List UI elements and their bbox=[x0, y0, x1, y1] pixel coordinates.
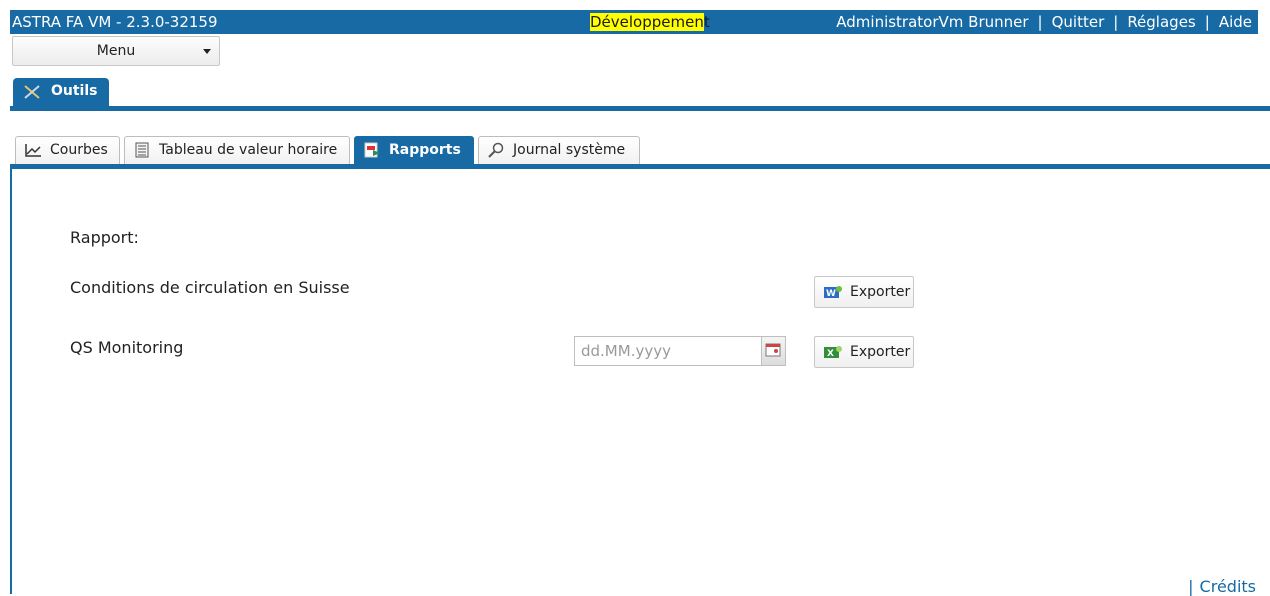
calendar-icon bbox=[765, 343, 781, 357]
environment-rest: t bbox=[703, 13, 710, 31]
header-separator: | bbox=[1037, 13, 1043, 31]
export-conditions-circulation-button[interactable]: W Exporter bbox=[814, 276, 914, 308]
calendar-picker-button[interactable] bbox=[762, 336, 786, 366]
magnifier-icon bbox=[488, 142, 504, 158]
header-separator: | bbox=[1204, 13, 1210, 31]
export-button-label: Exporter bbox=[850, 284, 911, 300]
environment-highlight: Développemen bbox=[590, 13, 704, 31]
user-name-link[interactable]: AdministratorVm Brunner bbox=[836, 13, 1028, 31]
tools-icon bbox=[24, 85, 40, 99]
tab-journal-systeme[interactable]: Journal système bbox=[478, 136, 640, 164]
word-icon: W bbox=[824, 286, 842, 299]
report-name-qs-monitoring: QS Monitoring bbox=[70, 338, 184, 357]
tab-tableau-valeur-horaire-label: Tableau de valeur horaire bbox=[159, 142, 338, 158]
rapport-section-label: Rapport: bbox=[70, 228, 139, 247]
help-link[interactable]: Aide bbox=[1219, 13, 1252, 31]
export-qs-monitoring-button[interactable]: X Exporter bbox=[814, 336, 914, 368]
table-icon bbox=[135, 142, 149, 158]
export-button-label: Exporter bbox=[850, 344, 911, 360]
settings-link[interactable]: Réglages bbox=[1127, 13, 1195, 31]
subtab-bar-divider bbox=[10, 164, 1270, 169]
tab-bar-divider bbox=[10, 106, 1270, 111]
footer-credits: | Crédits bbox=[1188, 577, 1256, 596]
top-header-bar: ASTRA FA VM - 2.3.0-32159 Développement … bbox=[10, 10, 1258, 34]
report-icon bbox=[364, 142, 380, 158]
tab-outils[interactable]: Outils bbox=[13, 78, 109, 106]
app-title: ASTRA FA VM - 2.3.0-32159 bbox=[12, 13, 218, 31]
menu-dropdown-button[interactable]: Menu bbox=[12, 36, 220, 66]
svg-text:X: X bbox=[827, 349, 834, 359]
tab-rapports[interactable]: Rapports bbox=[354, 136, 474, 164]
content-left-border bbox=[10, 169, 12, 594]
quit-link[interactable]: Quitter bbox=[1052, 13, 1105, 31]
footer-separator: | bbox=[1188, 577, 1194, 596]
line-chart-icon bbox=[25, 144, 41, 157]
tab-outils-label: Outils bbox=[51, 83, 98, 99]
menu-label: Menu bbox=[96, 43, 136, 59]
tab-journal-systeme-label: Journal système bbox=[513, 142, 626, 158]
tab-courbes[interactable]: Courbes bbox=[15, 136, 120, 164]
tab-rapports-label: Rapports bbox=[389, 142, 461, 158]
qs-monitoring-date-input[interactable] bbox=[574, 336, 762, 366]
report-name-conditions-circulation: Conditions de circulation en Suisse bbox=[70, 278, 350, 297]
header-separator: | bbox=[1113, 13, 1119, 31]
tab-courbes-label: Courbes bbox=[50, 142, 108, 158]
excel-icon: X bbox=[824, 346, 842, 359]
header-links: AdministratorVm Brunner | Quitter | Réglages… bbox=[836, 10, 1252, 34]
svg-text:W: W bbox=[826, 289, 836, 299]
credits-link[interactable]: Crédits bbox=[1200, 577, 1256, 596]
tab-tableau-valeur-horaire[interactable]: Tableau de valeur horaire bbox=[124, 136, 350, 164]
chevron-down-icon bbox=[203, 49, 211, 54]
environment-label: Développement bbox=[590, 10, 710, 34]
